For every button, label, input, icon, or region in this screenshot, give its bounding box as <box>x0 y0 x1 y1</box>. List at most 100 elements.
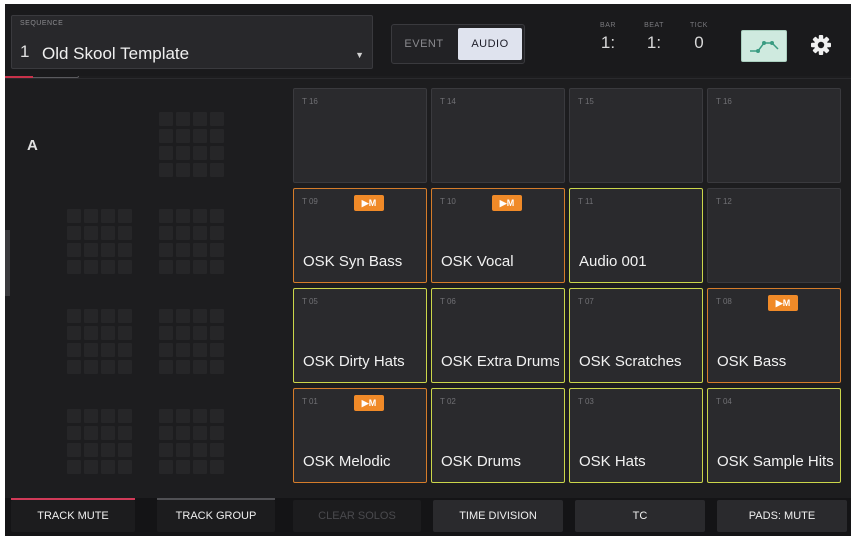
mute-badge: ▶M <box>354 395 384 411</box>
mini-cell <box>210 360 224 374</box>
mini-cell <box>210 243 224 257</box>
audio-button[interactable]: AUDIO <box>458 28 522 60</box>
mute-badge: ▶M <box>768 295 798 311</box>
track-pad[interactable]: T 15 <box>569 88 703 183</box>
track-pad[interactable]: T 01 ▶M OSK Melodic <box>293 388 427 483</box>
mini-cell <box>210 443 224 457</box>
pad-track-name: OSK Vocal <box>441 253 514 270</box>
track-pad[interactable]: T 07 OSK Scratches <box>569 288 703 383</box>
mini-cell <box>67 343 81 357</box>
pad-bank-thumbnail[interactable] <box>159 112 224 177</box>
pad-track-number: T 15 <box>578 97 594 106</box>
pads-mute-button[interactable]: PADS: MUTE <box>717 500 847 532</box>
mini-cell <box>101 260 115 274</box>
mini-cell <box>176 343 190 357</box>
track-pad[interactable]: T 12 <box>707 188 841 283</box>
pad-track-number: T 12 <box>716 197 732 206</box>
mini-cell <box>193 460 207 474</box>
mini-cell <box>67 226 81 240</box>
mini-cell <box>84 409 98 423</box>
mini-cell <box>193 309 207 323</box>
pad-track-number: T 11 <box>578 197 594 206</box>
mini-cell <box>210 146 224 160</box>
track-pad[interactable]: T 10 ▶M OSK Vocal <box>431 188 565 283</box>
pad-bank-thumbnail[interactable] <box>67 409 132 474</box>
track-pad[interactable]: T 04 OSK Sample Hits <box>707 388 841 483</box>
track-mute-button[interactable]: TRACK MUTE <box>11 500 135 532</box>
mini-cell <box>193 112 207 126</box>
mini-cell <box>159 209 173 223</box>
bar-value: 1: <box>600 33 616 52</box>
mini-cell <box>159 129 173 143</box>
mini-cell <box>118 209 132 223</box>
tick-label: TICK <box>690 22 708 29</box>
mute-badge: ▶M <box>492 195 522 211</box>
mini-cell <box>193 360 207 374</box>
pad-track-number: T 05 <box>302 297 318 306</box>
mini-cell <box>118 426 132 440</box>
pad-bank-thumbnail[interactable] <box>67 309 132 374</box>
pad-track-number: T 01 <box>302 397 318 406</box>
mini-cell <box>159 260 173 274</box>
mini-cell <box>210 260 224 274</box>
mini-cell <box>118 309 132 323</box>
sequence-selector[interactable]: SEQUENCE 1 Old Skool Template ▼ <box>11 15 373 69</box>
track-pad[interactable]: T 03 OSK Hats <box>569 388 703 483</box>
mini-cell <box>84 443 98 457</box>
mini-cell <box>118 343 132 357</box>
pad-track-number: T 06 <box>440 297 456 306</box>
pad-track-name: OSK Bass <box>717 353 787 370</box>
pad-bank-thumbnail[interactable] <box>159 209 224 274</box>
automation-button[interactable] <box>741 30 787 62</box>
mini-cell <box>101 343 115 357</box>
gear-icon <box>811 35 831 55</box>
track-pad[interactable]: T 11 Audio 001 <box>569 188 703 283</box>
pad-bank-thumbnail[interactable] <box>159 309 224 374</box>
bar-position[interactable]: BAR 1: <box>593 22 623 53</box>
mini-cell <box>193 129 207 143</box>
event-button[interactable]: EVENT <box>394 27 454 61</box>
track-pad[interactable]: T 06 OSK Extra Drums <box>431 288 565 383</box>
pad-track-number: T 16 <box>302 97 318 106</box>
mini-cell <box>210 163 224 177</box>
time-division-button[interactable]: TIME DIVISION <box>433 500 563 532</box>
tc-button[interactable]: TC <box>575 500 705 532</box>
pad-track-name: OSK Hats <box>579 453 646 470</box>
mini-cell <box>159 146 173 160</box>
pad-track-name: OSK Drums <box>441 453 522 470</box>
clear-solos-button[interactable]: CLEAR SOLOS <box>293 500 421 532</box>
pad-track-number: T 02 <box>440 397 456 406</box>
mini-cell <box>101 409 115 423</box>
settings-button[interactable] <box>808 32 834 58</box>
track-pad[interactable]: T 05 OSK Dirty Hats <box>293 288 427 383</box>
mini-cell <box>176 226 190 240</box>
mini-cell <box>193 443 207 457</box>
pad-bank-thumbnail[interactable] <box>159 409 224 474</box>
scrollbar[interactable] <box>5 230 10 296</box>
sequence-number: 1 <box>20 42 30 61</box>
mini-cell <box>159 426 173 440</box>
track-group-button[interactable]: TRACK GROUP <box>157 500 275 532</box>
beat-value: 1: <box>646 33 662 52</box>
track-pad[interactable]: T 02 OSK Drums <box>431 388 565 483</box>
mini-cell <box>176 260 190 274</box>
track-pad[interactable]: T 14 <box>431 88 565 183</box>
pad-bank-thumbnail[interactable] <box>67 209 132 274</box>
mini-cell <box>159 163 173 177</box>
track-pad[interactable]: T 16 <box>293 88 427 183</box>
tick-position[interactable]: TICK 0 <box>684 22 714 53</box>
mini-cell <box>67 460 81 474</box>
tick-value: 0 <box>694 33 704 52</box>
track-pad[interactable]: T 08 ▶M OSK Bass <box>707 288 841 383</box>
beat-position[interactable]: BEAT 1: <box>639 22 669 53</box>
track-pad[interactable]: T 09 ▶M OSK Syn Bass <box>293 188 427 283</box>
mini-cell <box>101 226 115 240</box>
track-pad[interactable]: T 16 <box>707 88 841 183</box>
mini-cell <box>101 326 115 340</box>
bank-a-label: A <box>27 137 38 154</box>
mini-cell <box>193 343 207 357</box>
pad-track-number: T 10 <box>440 197 456 206</box>
mini-cell <box>210 309 224 323</box>
pad-track-number: T 03 <box>578 397 594 406</box>
mini-cell <box>176 460 190 474</box>
